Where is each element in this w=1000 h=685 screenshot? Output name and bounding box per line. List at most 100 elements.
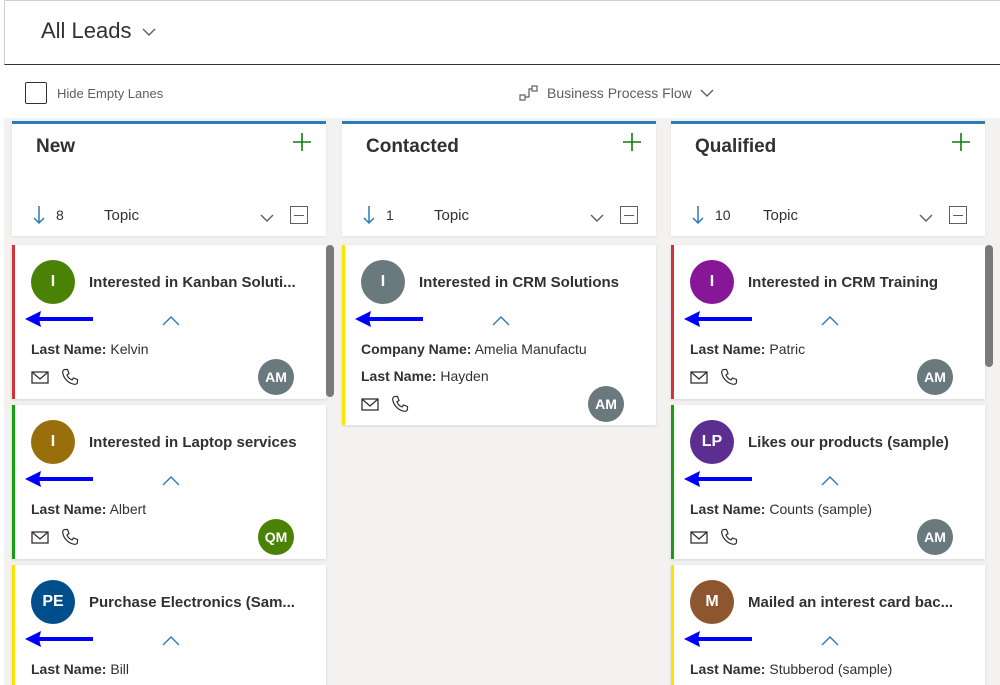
mail-icon[interactable] bbox=[361, 397, 379, 416]
phone-icon[interactable] bbox=[720, 528, 738, 551]
card-field: Last Name: Patric bbox=[690, 341, 970, 357]
collapse-lane-button[interactable] bbox=[290, 206, 308, 224]
owner-avatar[interactable]: AM bbox=[917, 519, 953, 555]
card-title[interactable]: Purchase Electronics (Sam... bbox=[89, 594, 309, 611]
lead-card[interactable]: LP Likes our products (sample) Last Name: … bbox=[671, 405, 985, 559]
record-avatar: I bbox=[31, 420, 75, 464]
view-selector[interactable]: All Leads bbox=[41, 18, 156, 44]
field-label: Last Name: bbox=[31, 661, 107, 677]
mail-icon[interactable] bbox=[31, 370, 49, 389]
card-field: Last Name: Albert bbox=[31, 501, 311, 517]
lead-card[interactable]: I Interested in CRM Training Last Name: Pa… bbox=[671, 245, 985, 399]
card-title[interactable]: Interested in Laptop services bbox=[89, 434, 309, 451]
board-toolbar: Hide Empty Lanes Business Process Flow bbox=[4, 66, 1000, 118]
card-title[interactable]: Likes our products (sample) bbox=[748, 434, 968, 451]
field-value: Stubberod (sample) bbox=[769, 661, 893, 677]
chevron-down-icon[interactable] bbox=[590, 210, 604, 228]
field-label: Last Name: bbox=[690, 501, 766, 517]
phone-icon[interactable] bbox=[61, 368, 79, 391]
chevron-up-icon[interactable] bbox=[161, 633, 181, 651]
mail-icon[interactable] bbox=[690, 530, 708, 549]
record-avatar: I bbox=[31, 260, 75, 304]
field-value: Counts (sample) bbox=[769, 501, 873, 517]
lane-qualified: Qualified 10 Topic I Interested in CRM Train… bbox=[671, 121, 985, 685]
chevron-up-icon[interactable] bbox=[820, 633, 840, 651]
sort-field-selector[interactable]: Topic bbox=[104, 207, 139, 224]
blue-arrow-left-icon bbox=[23, 470, 95, 493]
record-avatar: I bbox=[690, 260, 734, 304]
sort-field-selector[interactable]: Topic bbox=[763, 207, 798, 224]
lane-title: Contacted bbox=[366, 136, 459, 157]
collapse-lane-button[interactable] bbox=[620, 206, 638, 224]
blue-arrow-left-icon bbox=[682, 470, 754, 493]
phone-icon[interactable] bbox=[391, 395, 409, 418]
blue-arrow-left-icon bbox=[353, 310, 425, 333]
lead-card[interactable]: I Interested in CRM Solutions Company Name… bbox=[342, 245, 656, 425]
field-label: Last Name: bbox=[31, 501, 107, 517]
hide-empty-lanes-checkbox[interactable] bbox=[25, 82, 47, 104]
lane-new-scrollbar[interactable] bbox=[326, 245, 334, 397]
chevron-down-icon bbox=[142, 28, 156, 36]
field-label: Last Name: bbox=[690, 341, 766, 357]
chevron-up-icon[interactable] bbox=[820, 313, 840, 331]
plus-icon[interactable] bbox=[949, 130, 973, 154]
mail-icon[interactable] bbox=[690, 370, 708, 389]
record-avatar: LP bbox=[690, 420, 734, 464]
lane-count: 8 bbox=[56, 207, 64, 223]
lead-card[interactable]: M Mailed an interest card bac... Last Name… bbox=[671, 565, 985, 685]
lane-sort-bar: 1 Topic bbox=[362, 205, 469, 225]
card-title[interactable]: Interested in CRM Solutions bbox=[419, 274, 639, 291]
card-title[interactable]: Mailed an interest card bac... bbox=[748, 594, 968, 611]
card-title[interactable]: Interested in Kanban Soluti... bbox=[89, 274, 309, 291]
card-actions bbox=[361, 395, 409, 418]
card-actions bbox=[690, 528, 738, 551]
chevron-down-icon[interactable] bbox=[260, 210, 274, 228]
lead-card[interactable]: PE Purchase Electronics (Sam... Last Name:… bbox=[12, 565, 326, 685]
blue-arrow-left-icon bbox=[682, 310, 754, 333]
chevron-up-icon[interactable] bbox=[491, 313, 511, 331]
card-title[interactable]: Interested in CRM Training bbox=[748, 274, 968, 291]
field-value: Kelvin bbox=[110, 341, 149, 357]
blue-arrow-left-icon bbox=[682, 630, 754, 653]
hide-empty-lanes-toggle[interactable]: Hide Empty Lanes bbox=[25, 82, 163, 104]
phone-icon[interactable] bbox=[720, 368, 738, 391]
field-value: Bill bbox=[110, 661, 130, 677]
chevron-up-icon[interactable] bbox=[161, 313, 181, 331]
field-value: Hayden bbox=[440, 368, 489, 384]
chevron-up-icon[interactable] bbox=[161, 473, 181, 491]
collapse-lane-button[interactable] bbox=[949, 206, 967, 224]
sort-down-arrow-icon[interactable] bbox=[691, 205, 705, 225]
lead-card[interactable]: I Interested in Laptop services Last Name:… bbox=[12, 405, 326, 559]
owner-avatar[interactable]: AM bbox=[588, 386, 624, 422]
plus-icon[interactable] bbox=[620, 130, 644, 154]
mail-icon[interactable] bbox=[31, 530, 49, 549]
record-avatar: I bbox=[361, 260, 405, 304]
hide-empty-lanes-label: Hide Empty Lanes bbox=[57, 85, 164, 101]
chevron-down-icon bbox=[700, 89, 714, 97]
phone-icon[interactable] bbox=[61, 528, 79, 551]
owner-avatar[interactable]: AM bbox=[917, 359, 953, 395]
sort-down-arrow-icon[interactable] bbox=[362, 205, 376, 225]
lane-count: 1 bbox=[386, 207, 394, 223]
lane-qualified-scrollbar[interactable] bbox=[985, 245, 993, 367]
card-field: Last Name: Bill bbox=[31, 661, 311, 677]
kanban-board: New 8 Topic I Interested in Kanban Soluti...… bbox=[4, 118, 1000, 685]
card-actions bbox=[690, 368, 738, 391]
sort-down-arrow-icon[interactable] bbox=[32, 205, 46, 225]
plus-icon[interactable] bbox=[290, 130, 314, 154]
field-label: Last Name: bbox=[690, 661, 766, 677]
lane-header: New 8 Topic bbox=[12, 121, 326, 236]
chevron-down-icon[interactable] bbox=[919, 210, 933, 228]
blue-arrow-left-icon bbox=[23, 310, 95, 333]
field-label: Company Name: bbox=[361, 341, 472, 357]
lane-header: Contacted 1 Topic bbox=[342, 121, 656, 236]
lead-card[interactable]: I Interested in Kanban Soluti... Last Name… bbox=[12, 245, 326, 399]
sort-field-selector[interactable]: Topic bbox=[434, 207, 469, 224]
card-field: Last Name: Counts (sample) bbox=[690, 501, 970, 517]
lane-count: 10 bbox=[715, 207, 731, 223]
owner-avatar[interactable]: QM bbox=[258, 519, 294, 555]
card-field: Last Name: Kelvin bbox=[31, 341, 311, 357]
chevron-up-icon[interactable] bbox=[820, 473, 840, 491]
owner-avatar[interactable]: AM bbox=[258, 359, 294, 395]
business-process-flow-selector[interactable]: Business Process Flow bbox=[519, 85, 714, 101]
